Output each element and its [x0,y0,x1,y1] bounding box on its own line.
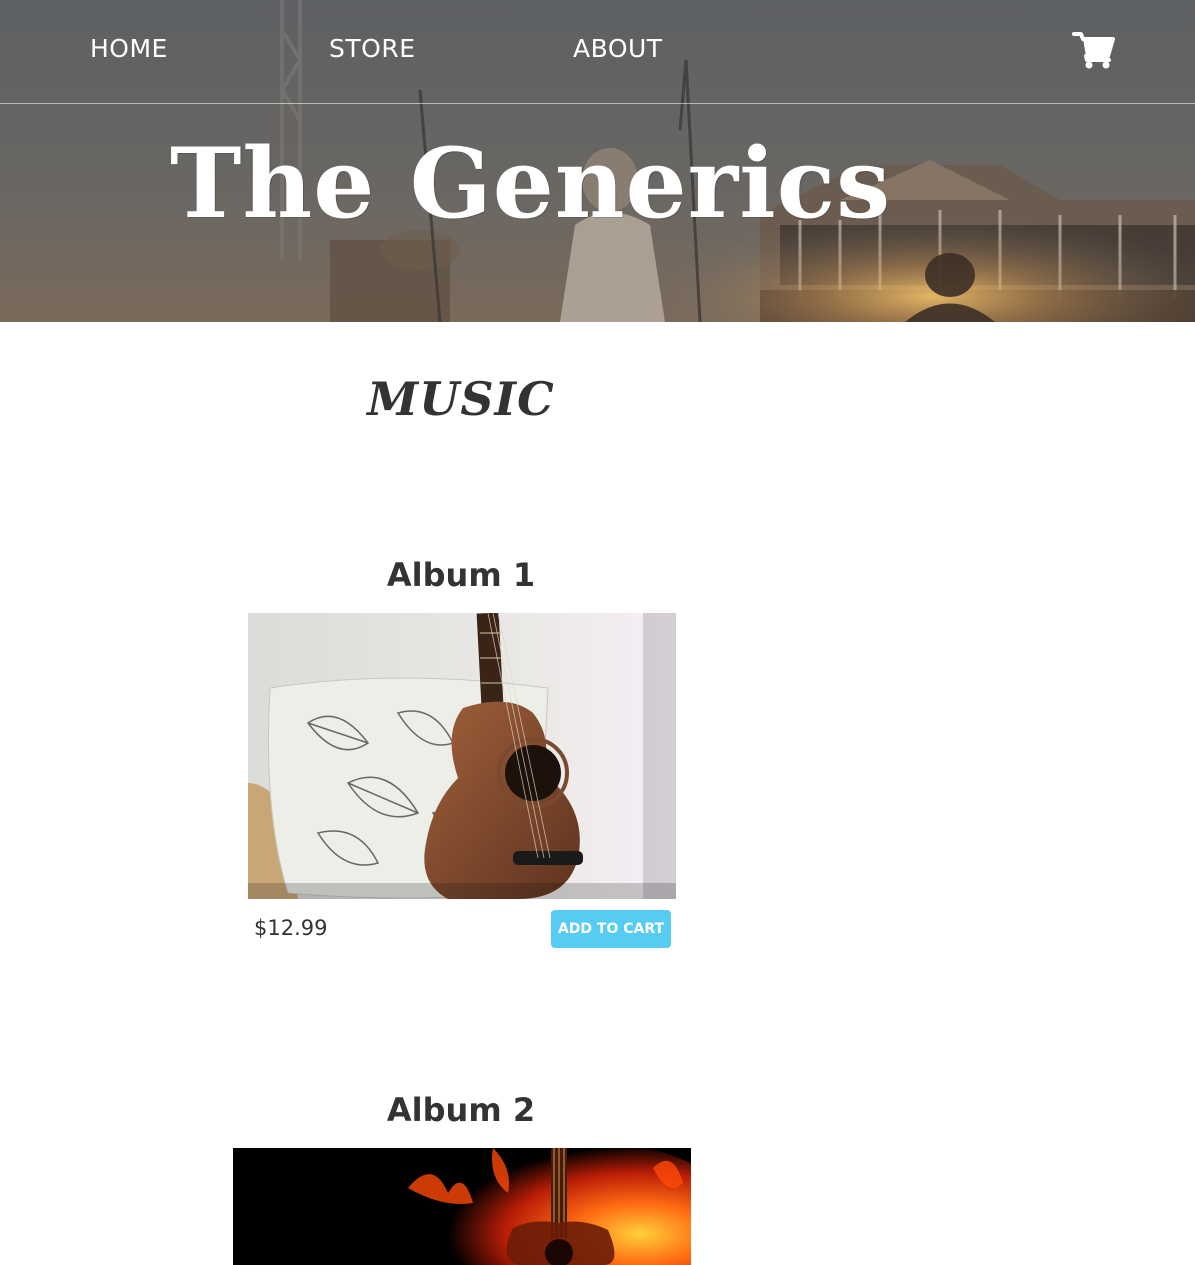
album-1-image[interactable] [248,613,676,899]
add-to-cart-button[interactable]: ADD TO CART [551,910,671,948]
site-title: The Generics [170,127,892,240]
album-title: Album 2 [386,1091,536,1129]
shopping-cart-icon[interactable] [1072,30,1116,70]
album-title: Album 1 [386,556,536,594]
nav-home-link[interactable]: HOME [90,34,168,63]
album-2-image[interactable] [233,1148,691,1265]
site-header: HOME STORE ABOUT The Generics [0,0,1195,322]
album-price: $12.99 [254,916,328,940]
section-title: MUSIC [367,372,555,426]
top-navigation: HOME STORE ABOUT [0,0,1195,104]
nav-about-link[interactable]: ABOUT [573,34,663,63]
nav-store-link[interactable]: STORE [329,34,415,63]
